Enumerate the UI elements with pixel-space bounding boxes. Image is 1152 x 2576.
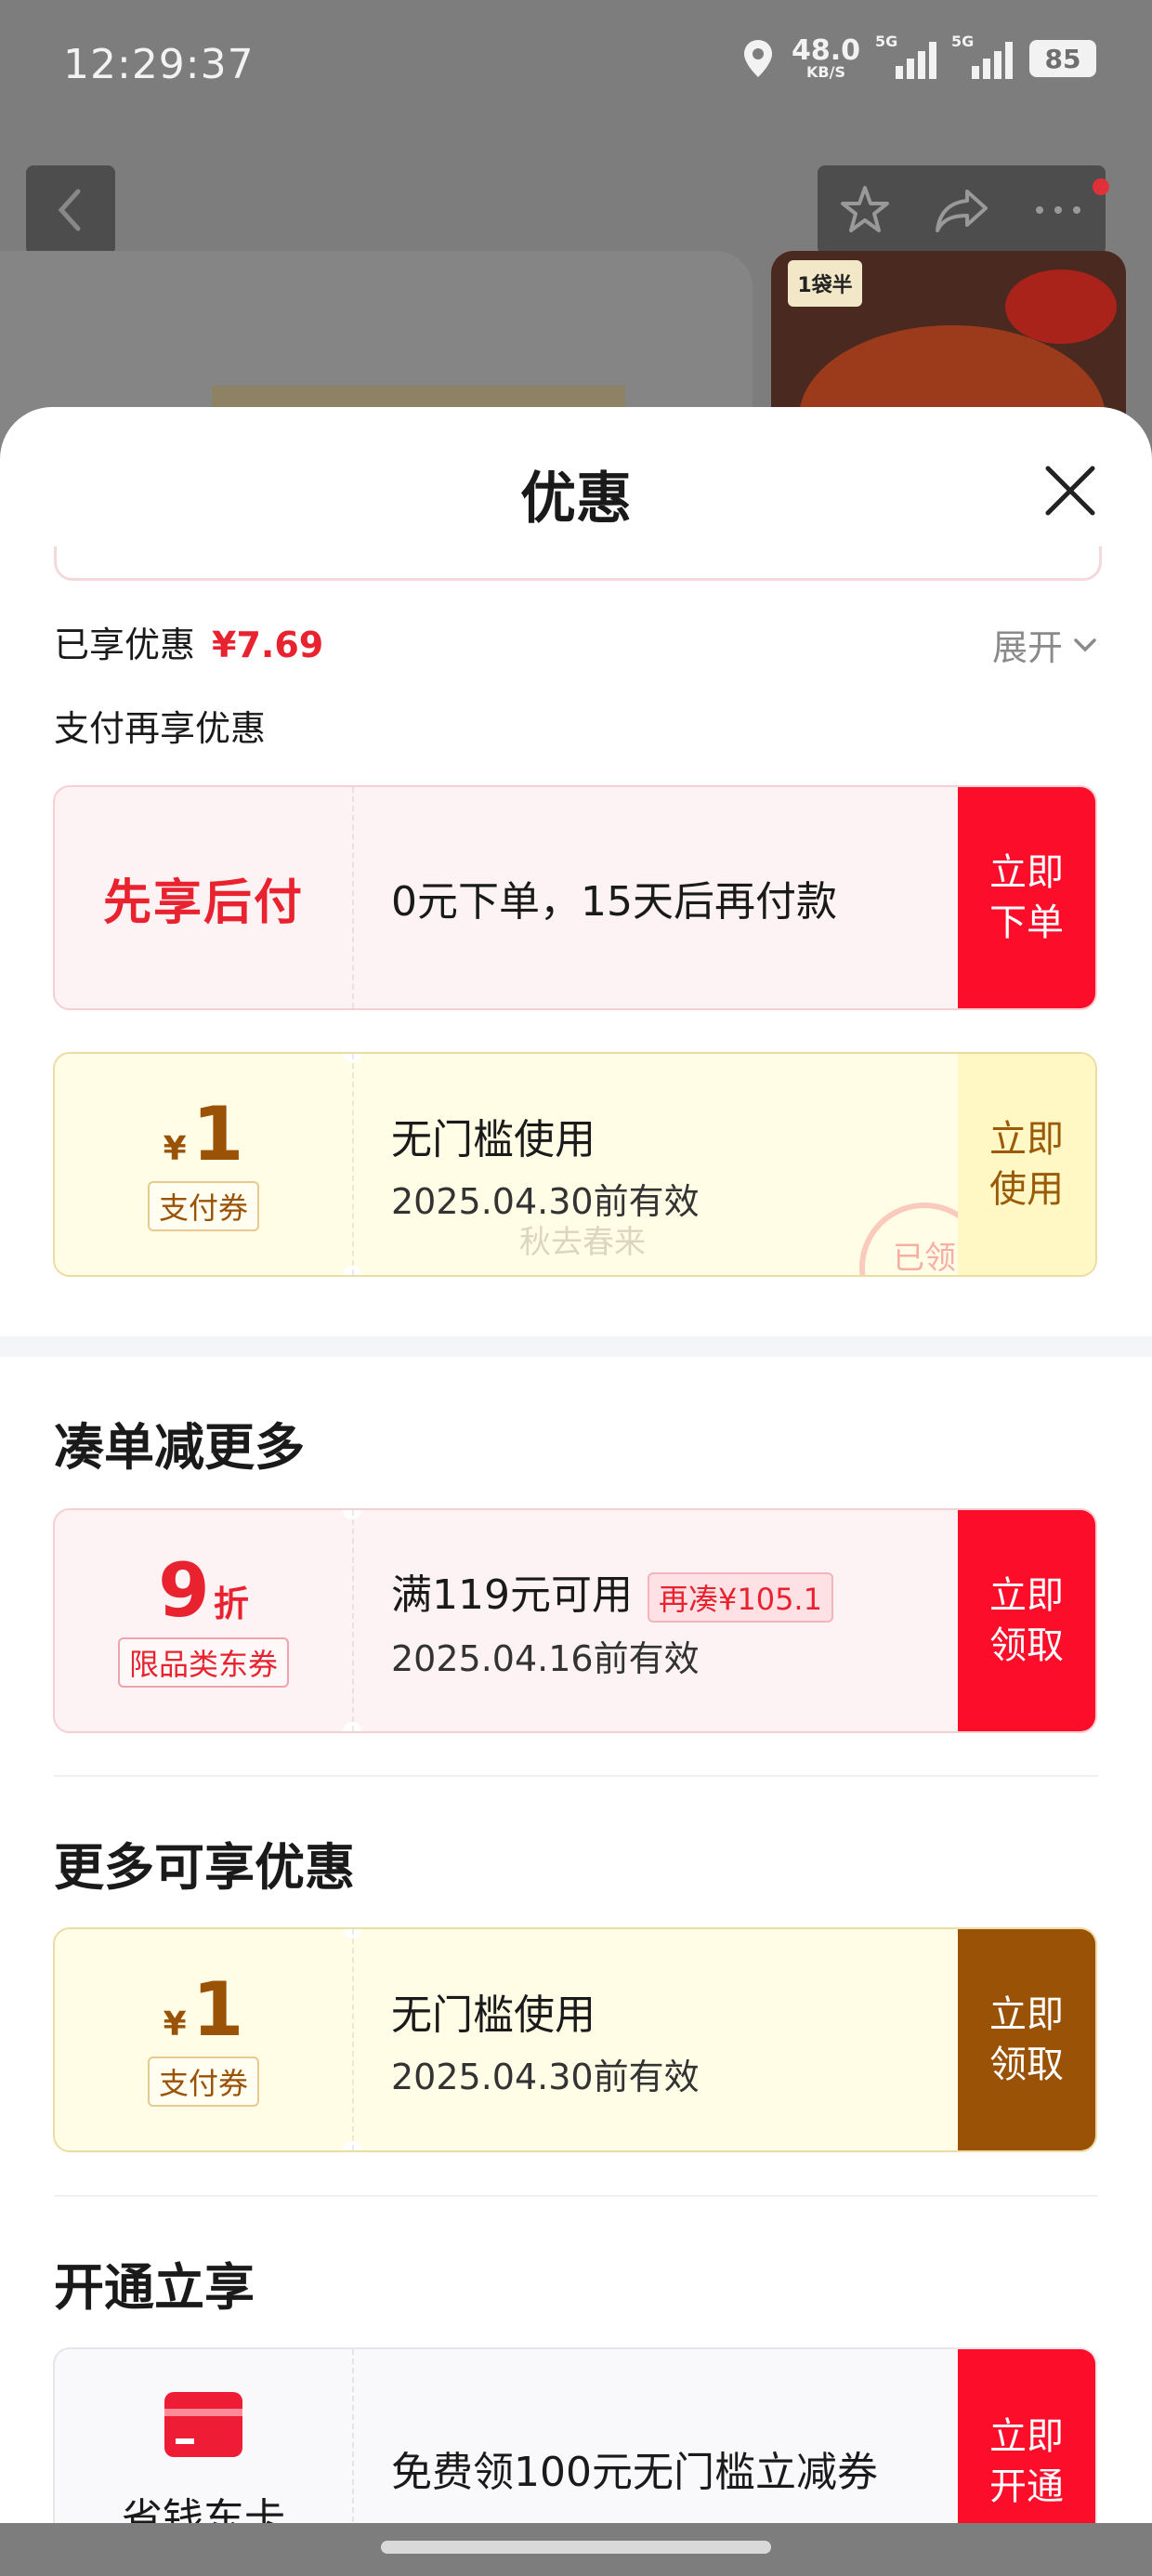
coupon-type-badge: 支付券 xyxy=(147,1181,259,1231)
coupon-type-badge: 限品类东券 xyxy=(117,1637,289,1688)
expand-button[interactable]: 展开 xyxy=(992,619,1098,670)
chevron-down-icon xyxy=(1074,637,1096,651)
section-title-bundle: 凑单减更多 xyxy=(54,1418,305,1477)
battery-level: 85 xyxy=(1044,43,1081,74)
divider-line xyxy=(54,1775,1098,1777)
use-now-button[interactable]: 立即 使用 xyxy=(958,1054,1095,1275)
coupon-expiry: 2025.04.30前有效 xyxy=(391,2056,700,2097)
currency-symbol: ¥ xyxy=(163,1130,187,1168)
coupon-divider xyxy=(352,1054,354,1275)
pay-coupon-available: ¥ 1 支付券 无门槛使用 2025.04.30前有效 立即 领取 xyxy=(53,1927,1097,2152)
discount-condition: 满119元可用 xyxy=(391,1571,633,1619)
notification-dot xyxy=(1093,178,1109,195)
pay-coupon-left: ¥ 1 支付券 xyxy=(55,1929,352,2150)
net-speed-unit: KB/S xyxy=(806,63,845,81)
enjoyed-discount: 已享优惠 ¥7.69 xyxy=(54,616,323,667)
coupon-divider xyxy=(352,1510,354,1731)
claim-discount-button[interactable]: 立即 领取 xyxy=(958,1510,1095,1731)
net-speed: 48.0 KB/S xyxy=(792,37,860,80)
close-icon[interactable] xyxy=(1041,461,1100,520)
bnpl-desc: 0元下单，15天后再付款 xyxy=(391,878,837,926)
pay-coupon-claimed: ¥ 1 支付券 无门槛使用 2025.04.30前有效 秋去春来 已领 立即 使用 xyxy=(53,1052,1097,1277)
net-speed-value: 48.0 xyxy=(791,34,860,67)
coupon-condition: 无门槛使用 xyxy=(391,1115,596,1163)
coupon-amount: ¥ 1 xyxy=(164,1973,244,2047)
share-icon[interactable] xyxy=(932,182,991,238)
discount-info: 满119元可用 再凑¥105.1 2025.04.16前有效 xyxy=(391,1510,833,1731)
home-indicator[interactable] xyxy=(381,2541,771,2554)
coupon-divider xyxy=(352,787,354,1008)
add-more-tag: 再凑¥105.1 xyxy=(647,1571,833,1623)
more-icon[interactable] xyxy=(1030,201,1086,219)
user-watermark: 秋去春来 xyxy=(519,1224,646,1261)
battery-icon: 85 xyxy=(1029,40,1096,77)
thumb-chili-image xyxy=(1005,269,1117,344)
back-button[interactable] xyxy=(26,165,115,255)
discount-sheet: 优惠 已享优惠 ¥7.69 展开 支付再享优惠 先享后付 0元下单，15天后再付… xyxy=(0,407,1152,2576)
currency-symbol: ¥ xyxy=(163,2005,187,2044)
pay-coupon-info: 无门槛使用 2025.04.30前有效 xyxy=(391,1929,700,2150)
status-time: 12:29:37 xyxy=(63,41,255,88)
status-icons: 48.0 KB/S 5G 5G 85 xyxy=(741,33,1096,80)
coupon-amount: ¥ 1 xyxy=(164,1097,244,1172)
coupon-expiry: 2025.04.16前有效 xyxy=(391,1637,700,1679)
star-icon[interactable] xyxy=(837,182,893,238)
discount-left: 9 折 限品类东券 xyxy=(55,1510,352,1731)
discount-value: 9 折 xyxy=(158,1554,249,1628)
sheet-title: 优惠 xyxy=(520,467,632,532)
discount-unit: 折 xyxy=(213,1584,249,1624)
signal-icon-1: 5G xyxy=(875,33,936,79)
signal-label-1: 5G xyxy=(875,33,898,50)
discount-number: 9 xyxy=(158,1547,210,1634)
coupon-type-badge: 支付券 xyxy=(147,2057,259,2107)
location-icon xyxy=(743,40,772,77)
amount-value: 1 xyxy=(191,1091,244,1177)
enjoyed-label: 已享优惠 xyxy=(54,624,196,665)
top-actions xyxy=(818,165,1109,255)
section-separator xyxy=(0,1336,1152,1357)
scrolled-card-edge xyxy=(54,546,1102,581)
signal-icon-2: 5G xyxy=(951,33,1013,79)
discount-condition-row: 满119元可用 再凑¥105.1 xyxy=(391,1561,833,1623)
bnpl-desc-area: 0元下单，15天后再付款 xyxy=(391,787,837,1008)
signal-label-2: 5G xyxy=(951,33,975,50)
discount-coupon: 9 折 限品类东券 满119元可用 再凑¥105.1 2025.04.16前有效 … xyxy=(53,1508,1097,1733)
enjoyed-amount: ¥7.69 xyxy=(212,624,324,665)
status-bar: 12:29:37 48.0 KB/S 5G 5G 85 xyxy=(0,0,1152,139)
pay-more-label: 支付再享优惠 xyxy=(54,708,267,749)
member-card-desc: 免费领100元无门槛立减券 xyxy=(391,2449,878,2496)
bnpl-name: 先享后付 xyxy=(102,874,304,931)
bnpl-coupon: 先享后付 0元下单，15天后再付款 立即 下单 xyxy=(53,785,1097,1010)
order-now-button[interactable]: 立即 下单 xyxy=(958,787,1095,1008)
pay-coupon-left: ¥ 1 支付券 xyxy=(55,1054,352,1275)
card-icon xyxy=(164,2392,242,2457)
bnpl-left: 先享后付 xyxy=(55,787,352,1008)
claimed-stamp-text: 已领 xyxy=(893,1240,956,1277)
divider-line xyxy=(54,2195,1098,2197)
claim-pay-coupon-button[interactable]: 立即 领取 xyxy=(958,1929,1095,2150)
coupon-divider xyxy=(352,1929,354,2150)
section-title-more: 更多可享优惠 xyxy=(54,1838,355,1897)
expand-label: 展开 xyxy=(991,627,1063,668)
coupon-condition: 无门槛使用 xyxy=(391,1991,596,2039)
thumb-logo: 1袋半 xyxy=(788,260,862,307)
section-title-open: 开通立享 xyxy=(54,2258,255,2317)
amount-value: 1 xyxy=(191,1966,244,2053)
chevron-left-icon xyxy=(58,189,81,231)
